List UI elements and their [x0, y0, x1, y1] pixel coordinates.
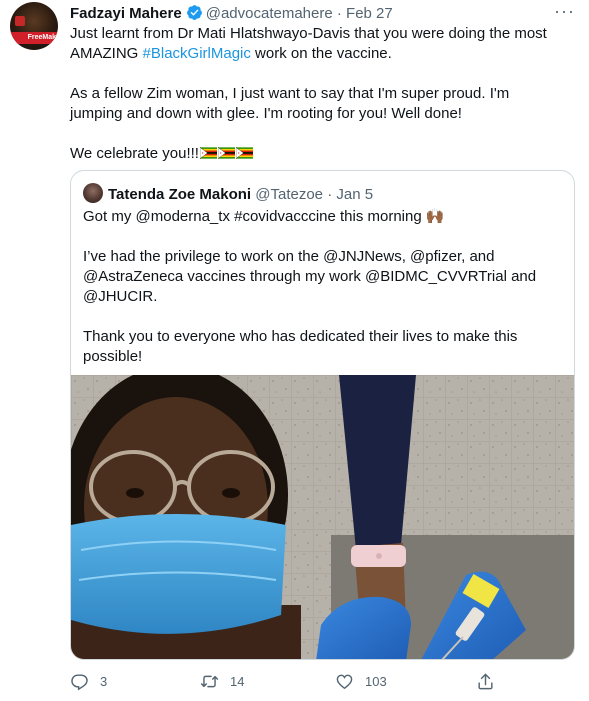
share-icon	[478, 673, 493, 690]
tweet-text-fragment: AMAZING	[70, 45, 143, 62]
zimbabwe-flag-icon	[217, 147, 235, 159]
quoted-tweet[interactable]: Tatenda Zoe Makoni @Tatezoe · Jan 5 Got …	[70, 170, 575, 660]
tweet-date[interactable]: Feb 27	[346, 5, 393, 22]
avatar-badge-text: FreeMak	[10, 32, 58, 44]
tweet-text-fragment: work on the vaccine.	[250, 45, 392, 62]
quoted-line: @JHUCIR.	[83, 288, 158, 305]
tweet-text-fragment: We celebrate you!!!	[70, 145, 199, 162]
like-count: 103	[365, 674, 387, 689]
quoted-tweet-photo[interactable]	[71, 375, 574, 659]
like-icon	[336, 674, 353, 690]
vaccination-selfie-image	[71, 375, 574, 659]
retweet-icon	[200, 675, 219, 688]
like-button[interactable]: 103	[335, 672, 387, 691]
tweet-line: As a fellow Zim woman, I just want to sa…	[70, 85, 510, 102]
tweet-line: We celebrate you!!!	[70, 144, 575, 164]
quoted-line: possible!	[83, 348, 143, 365]
reply-button[interactable]: 3	[70, 672, 107, 691]
quoted-author-handle: @Tatezoe	[255, 186, 324, 203]
author-handle[interactable]: @advocatemahere	[206, 5, 333, 22]
quoted-header-separator: ·	[327, 186, 333, 203]
tweet-line: jumping and down with glee. I'm rooting …	[70, 105, 462, 122]
quoted-author-avatar	[83, 183, 103, 203]
share-button[interactable]	[476, 672, 495, 691]
quoted-line: Got my @moderna_tx #covidvacccine this m…	[83, 208, 445, 225]
quoted-line: I’ve had the privilege to work on the @J…	[83, 248, 495, 265]
quoted-line: @AstraZeneca vaccines through my work @B…	[83, 268, 537, 285]
quoted-tweet-text: Got my @moderna_tx #covidvacccine this m…	[83, 207, 563, 367]
tweet-line: Just learnt from Dr Mati Hlatshwayo-Davi…	[70, 25, 547, 42]
tweet-line: AMAZING #BlackGirlMagic work on the vacc…	[70, 44, 575, 64]
zimbabwe-flag-icon	[199, 147, 217, 159]
quoted-tweet-date: Jan 5	[336, 186, 374, 203]
tweet-actions: 3 14 103	[70, 672, 575, 692]
author-name[interactable]: Fadzayi Mahere	[70, 5, 182, 22]
more-icon[interactable]: ···	[554, 2, 575, 20]
quoted-author-name: Tatenda Zoe Makoni	[108, 186, 252, 203]
reply-icon	[71, 674, 88, 691]
zimbabwe-flag-icon	[235, 147, 253, 159]
reply-count: 3	[100, 674, 108, 689]
retweet-count: 14	[230, 674, 245, 689]
tweet-text: Just learnt from Dr Mati Hlatshwayo-Davi…	[70, 24, 575, 164]
avatar-badge-mark	[15, 16, 25, 26]
quoted-tweet-header: Tatenda Zoe Makoni @Tatezoe · Jan 5	[83, 183, 373, 205]
quoted-line: Thank you to everyone who has dedicated …	[83, 328, 518, 345]
retweet-button[interactable]: 14	[200, 672, 244, 691]
hashtag-link[interactable]: #BlackGirlMagic	[143, 45, 251, 62]
author-avatar[interactable]: FreeMak	[10, 2, 58, 50]
header-separator: ·	[336, 5, 342, 22]
